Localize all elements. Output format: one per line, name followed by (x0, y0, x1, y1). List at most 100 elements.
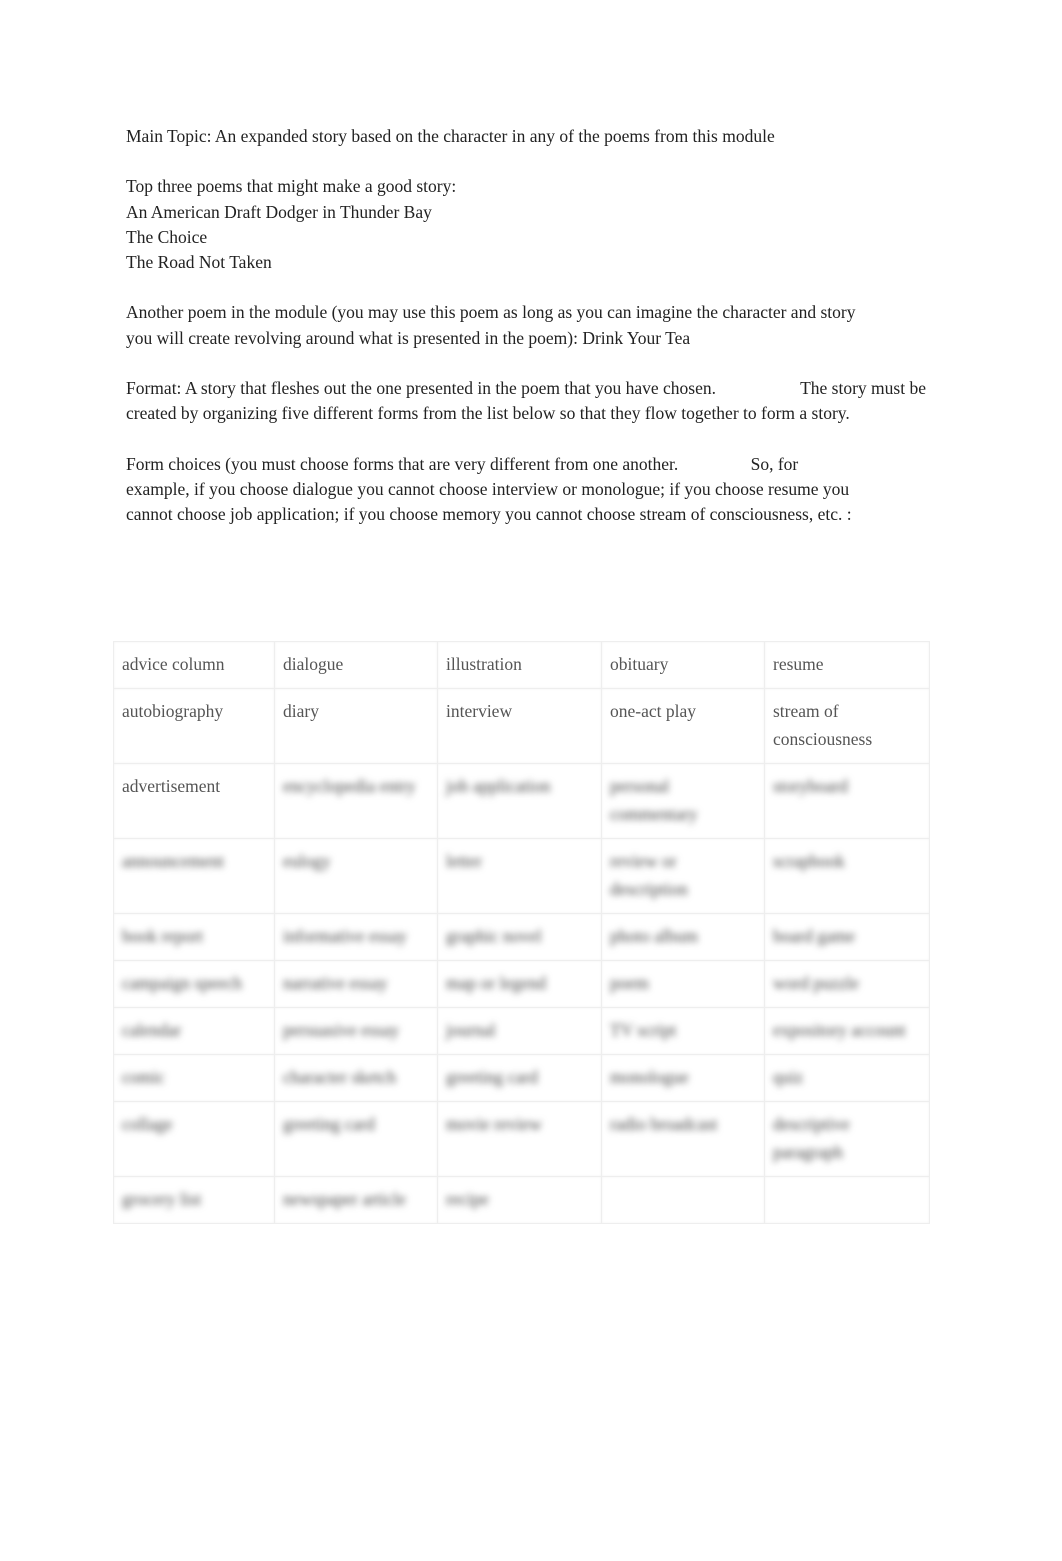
form-name: personal commentary (610, 776, 698, 824)
table-cell: personal commentary (601, 763, 765, 839)
main-topic: Main Topic: An expanded story based on t… (126, 126, 775, 146)
form-name: advice column (122, 654, 225, 674)
form-name: board game (773, 926, 856, 946)
table-cell: advertisement (113, 763, 275, 839)
table-cell: one-act play (601, 688, 765, 764)
table-cell: journal (437, 1007, 602, 1055)
poem-title: The Road Not Taken (126, 252, 272, 272)
form-name: interview (446, 701, 513, 721)
table-cell: monologue (601, 1054, 765, 1102)
form-name: grocery list (122, 1189, 202, 1209)
table-row: advertisement encyclopedia entry job appli… (113, 763, 930, 839)
form-name: book report (122, 926, 204, 946)
table-cell: informative essay (274, 913, 438, 961)
form-name: one-act play (610, 701, 696, 721)
table-cell: resume (764, 641, 930, 689)
form-name: recipe (446, 1189, 489, 1209)
table-cell: stream of consciousness (764, 688, 930, 764)
form-name: job application (446, 776, 551, 796)
table-cell: radio broadcast (601, 1101, 765, 1177)
form-name: journal (446, 1020, 496, 1040)
table-cell: encyclopedia entry (274, 763, 438, 839)
top-three-heading: Top three poems that might make a good s… (126, 176, 457, 197)
table-cell: expository account (764, 1007, 930, 1055)
table-cell: storyboard (764, 763, 930, 839)
table-row: calendar persuasive essay journal TV script… (113, 1007, 930, 1055)
form-name: greeting card (446, 1067, 538, 1087)
poem-title: The Choice (126, 226, 208, 247)
form-name: stream of consciousness (773, 701, 873, 749)
top-three-poems: Top three poems that might make a good s… (126, 174, 946, 275)
table-cell: word puzzle (764, 960, 930, 1008)
another-poem: Another poem in the module (you may use … (126, 302, 856, 348)
table-cell: greeting card (274, 1101, 438, 1177)
form-name: quiz (773, 1067, 804, 1087)
format-paragraph: Format: A story that fleshes out the one… (126, 376, 936, 426)
table-cell (764, 1176, 930, 1224)
table-cell: greeting card (437, 1054, 602, 1102)
form-name: word puzzle (773, 973, 860, 993)
form-name: narrative essay (283, 973, 388, 993)
form-name: encyclopedia entry (283, 776, 416, 796)
form-name: collage (122, 1114, 173, 1134)
table-cell: book report (113, 913, 275, 961)
form-name: map or legend (446, 973, 547, 993)
table-cell: collage (113, 1101, 275, 1177)
table-cell: diary (274, 688, 438, 764)
form-name: character sketch (283, 1067, 397, 1087)
table-cell: movie review (437, 1101, 602, 1177)
form-choices-text-1: Form choices (you must choose forms that… (126, 453, 679, 474)
table-cell: persuasive essay (274, 1007, 438, 1055)
table-cell: map or legend (437, 960, 602, 1008)
form-name: diary (283, 701, 319, 721)
form-name: dialogue (283, 654, 344, 674)
form-name: radio broadcast (610, 1114, 718, 1134)
table-row: collage greeting card movie review radio br… (113, 1101, 930, 1177)
form-name: movie review (446, 1114, 542, 1134)
form-name: monologue (610, 1067, 689, 1087)
table-cell: comic (113, 1054, 275, 1102)
form-name: greeting card (283, 1114, 375, 1134)
table-cell: advice column (113, 641, 275, 689)
table-cell: narrative essay (274, 960, 438, 1008)
form-name: autobiography (122, 701, 224, 721)
form-name: review or description (610, 851, 688, 899)
table-cell: graphic novel (437, 913, 602, 961)
form-name: announcement (122, 851, 225, 871)
table-cell: review or description (601, 838, 765, 914)
document-page: Main Topic: An expanded story based on t… (0, 0, 1062, 1561)
form-name: campaign speech (122, 973, 243, 993)
table-cell: job application (437, 763, 602, 839)
table-cell: character sketch (274, 1054, 438, 1102)
table-cell: quiz (764, 1054, 930, 1102)
form-name: TV script (610, 1020, 677, 1040)
form-name: expository account (773, 1020, 906, 1040)
table-cell: descriptive paragraph (764, 1101, 930, 1177)
table-cell: calendar (113, 1007, 275, 1055)
form-name: calendar (122, 1020, 182, 1040)
form-name: newspaper article (283, 1189, 406, 1209)
table-row: advice column dialogue illustration obituar… (113, 641, 930, 689)
table-cell: newspaper article (274, 1176, 438, 1224)
form-choices-paragraph: Form choices (you must choose forms that… (126, 452, 861, 528)
table-cell: announcement (113, 838, 275, 914)
form-name: graphic novel (446, 926, 542, 946)
table-cell: poem (601, 960, 765, 1008)
table-cell: autobiography (113, 688, 275, 764)
format-text-1: Format: A story that fleshes out the one… (126, 377, 717, 398)
table-cell: recipe (437, 1176, 602, 1224)
form-name: letter (446, 851, 482, 871)
table-cell: obituary (601, 641, 765, 689)
form-name: storyboard (773, 776, 848, 796)
table-cell: illustration (437, 641, 602, 689)
form-name: advertisement (122, 776, 221, 796)
table-row: book report informative essay graphic nove… (113, 913, 930, 961)
table-row: campaign speech narrative essay map or leg… (113, 960, 930, 1008)
form-name: comic (122, 1067, 165, 1087)
form-name: photo album (610, 926, 698, 946)
table-row: autobiography diary interview one-act play s… (113, 688, 930, 764)
form-name: informative essay (283, 926, 407, 946)
poem-title: An American Draft Dodger in Thunder Bay (126, 201, 432, 222)
table-cell: campaign speech (113, 960, 275, 1008)
table-row: grocery list newspaper article recipe (113, 1176, 930, 1224)
